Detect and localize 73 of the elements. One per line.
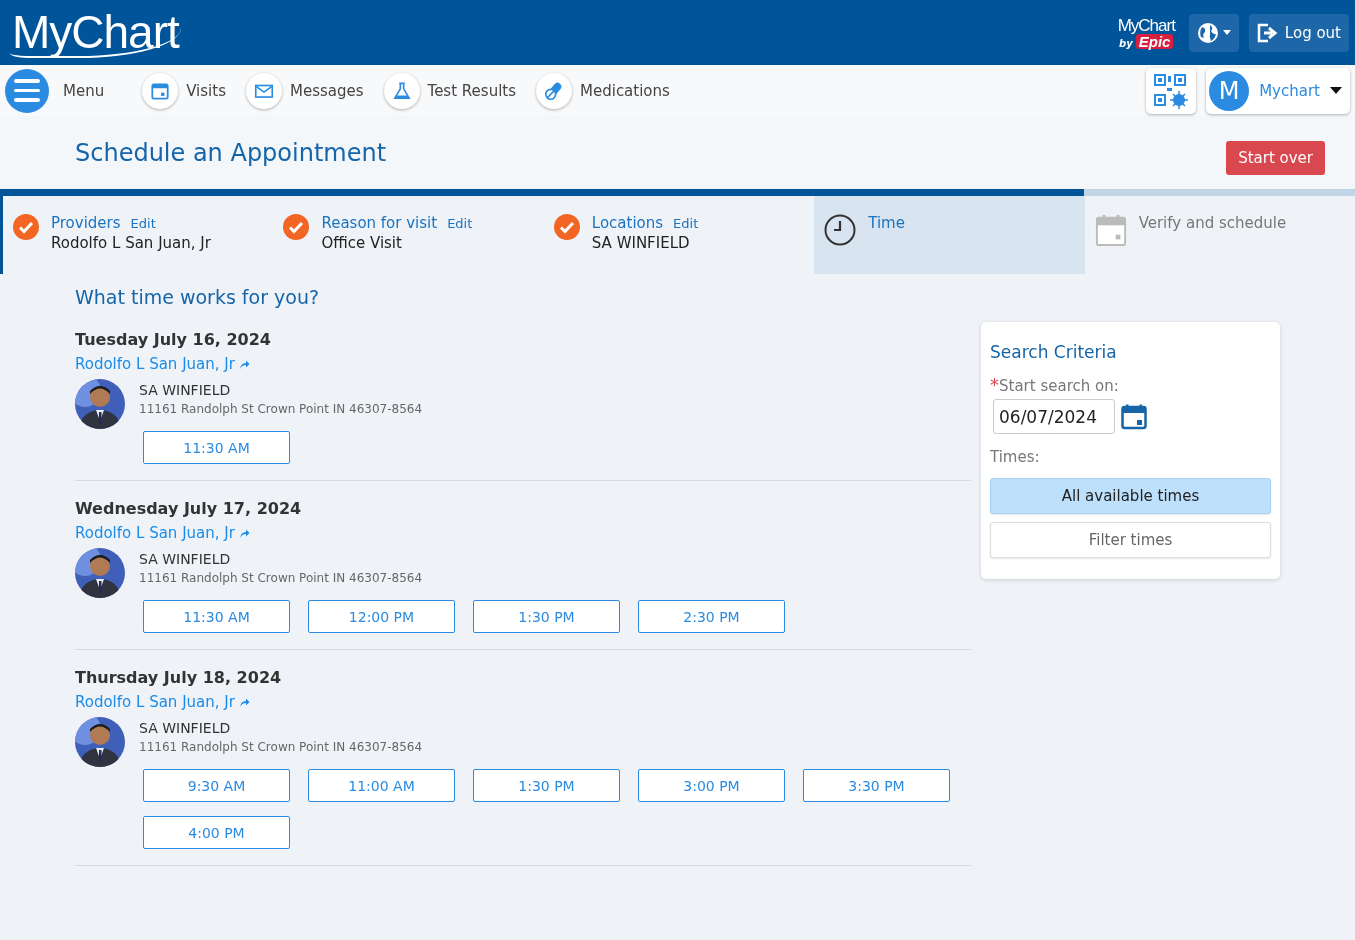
step-label: Providers (51, 214, 121, 232)
time-slot-button[interactable]: 11:00 AM (308, 769, 455, 802)
menu-icon (5, 68, 49, 113)
time-slot-button[interactable]: 9:30 AM (143, 769, 290, 802)
time-slot-button[interactable]: 1:30 PM (473, 600, 620, 633)
caret-icon (1330, 87, 1342, 94)
logout-icon (1256, 22, 1279, 43)
provider-link[interactable]: Rodolfo L San Juan, Jr (75, 355, 250, 373)
location-address: 11161 Randolph St Crown Point IN 46307-8564 (139, 740, 423, 754)
nav-item[interactable]: Medications (536, 72, 670, 109)
page-title: Schedule an Appointment (75, 138, 388, 167)
checkmark-icon (13, 214, 39, 240)
calendar-icon[interactable] (1121, 403, 1147, 430)
step-value: SA WINFIELD (591, 234, 691, 252)
qr-code-button[interactable] (1146, 67, 1197, 114)
location-name: SA WINFIELD (139, 382, 232, 398)
times-option[interactable]: All available times (990, 478, 1271, 514)
nav-item[interactable]: Test Results (383, 72, 516, 109)
provider-link[interactable]: Rodolfo L San Juan, Jr (75, 693, 250, 711)
time-slot-button[interactable]: 3:00 PM (638, 769, 785, 802)
time-slot-button[interactable]: 1:30 PM (473, 769, 620, 802)
time-slot-button[interactable]: 11:30 AM (143, 600, 290, 633)
brand-logo-text: MyChart (1117, 16, 1175, 34)
date-field[interactable]: 06/07/2024 (993, 399, 1115, 434)
external-link-icon (238, 358, 250, 370)
time-slot-button[interactable]: 4:00 PM (143, 816, 290, 849)
provider-link[interactable]: Rodolfo L San Juan, Jr (75, 524, 250, 542)
edit-link[interactable]: Edit (447, 216, 473, 231)
brand-by-text: by (1119, 38, 1133, 49)
times-option[interactable]: Filter times (990, 522, 1271, 558)
step-label: Locations (591, 214, 664, 232)
location-address: 11161 Randolph St Crown Point IN 46307-8564 (139, 571, 423, 585)
field-label: Start search on: (999, 377, 1119, 395)
panel-title: Search Criteria (990, 342, 1118, 362)
menu-button[interactable]: Menu (5, 68, 105, 113)
step-label: Verify and schedule (1138, 214, 1287, 232)
date-heading: Thursday July 18, 2024 (75, 668, 283, 687)
logout-button[interactable]: Log out (1248, 13, 1349, 52)
time-slot-button[interactable]: 3:30 PM (803, 769, 950, 802)
section-heading: What time works for you? (75, 286, 320, 308)
edit-link[interactable]: Edit (130, 216, 156, 231)
date-heading: Wednesday July 17, 2024 (75, 499, 303, 518)
globe-icon (1196, 21, 1219, 44)
avatar: M (1209, 70, 1250, 111)
start-over-button[interactable]: Start over (1226, 140, 1325, 175)
edit-link[interactable]: Edit (673, 216, 699, 231)
checkmark-icon (283, 214, 310, 240)
mychart-logo: MyChart (10, 7, 181, 58)
checkmark-icon (553, 214, 580, 240)
field-label: Times: (990, 448, 1041, 466)
required-marker: * (990, 374, 999, 395)
epic-logo: Epic (1135, 33, 1174, 49)
caret-icon (1222, 30, 1231, 35)
time-slot-button[interactable]: 11:30 AM (143, 431, 290, 464)
step-value: Rodolfo L San Juan, Jr (51, 234, 211, 252)
language-button[interactable] (1188, 13, 1239, 52)
clock-icon (824, 214, 857, 246)
location-name: SA WINFIELD (139, 551, 232, 567)
date-heading: Tuesday July 16, 2024 (75, 330, 272, 349)
step-label: Time (868, 214, 905, 232)
user-menu[interactable]: M Mychart (1206, 67, 1350, 114)
qr-code-icon (1153, 72, 1190, 109)
location-address: 11161 Randolph St Crown Point IN 46307-8564 (139, 402, 423, 416)
step-label: Reason for visit (321, 214, 438, 232)
time-slot-button[interactable]: 12:00 PM (308, 600, 455, 633)
time-slot-button[interactable]: 2:30 PM (638, 600, 785, 633)
calendar-icon (1094, 214, 1127, 246)
external-link-icon (238, 696, 250, 708)
external-link-icon (238, 527, 250, 539)
nav-item[interactable]: Messages (245, 72, 364, 109)
nav-item[interactable]: Visits (142, 72, 226, 109)
step-value: Office Visit (321, 234, 403, 252)
location-name: SA WINFIELD (139, 720, 232, 736)
